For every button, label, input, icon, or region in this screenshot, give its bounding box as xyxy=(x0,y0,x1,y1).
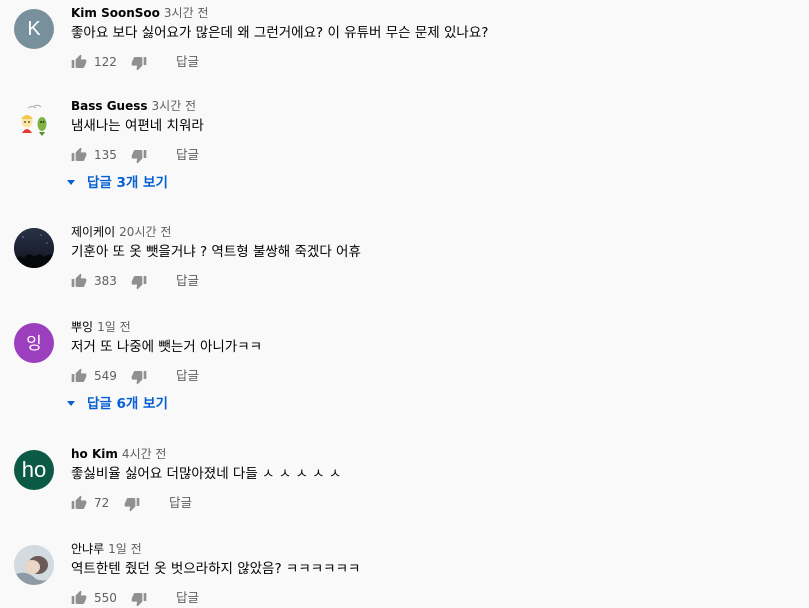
like-count: 383 xyxy=(94,274,117,288)
comment-time[interactable]: 3시간 전 xyxy=(164,6,209,20)
avatar[interactable]: ho xyxy=(14,450,54,490)
comment-text: 냄새나는 여편네 치워라 xyxy=(71,118,204,134)
thumbs-up-icon[interactable] xyxy=(71,147,87,163)
like-count: 550 xyxy=(94,591,117,605)
author-name[interactable]: 제이케이 xyxy=(71,225,115,239)
author-name[interactable]: 안냐루 xyxy=(71,542,104,556)
comment-actions: 550 답글 xyxy=(71,589,471,607)
reply-button[interactable]: 답글 xyxy=(176,367,199,385)
comment-header: 뿌잉 1일 전 xyxy=(71,318,131,336)
comment-header: Kim SoonSoo 3시간 전 xyxy=(71,4,208,22)
author-name[interactable]: Kim SoonSoo xyxy=(71,6,160,20)
like-count: 549 xyxy=(94,369,117,383)
avatar-letter: 잉 xyxy=(26,333,42,353)
comment-time[interactable]: 20시간 전 xyxy=(119,225,171,239)
caret-down-icon xyxy=(67,179,75,185)
comment-text: 좋싫비율 싫어요 더많아졌네 다들 ㅅ ㅅ ㅅ ㅅ ㅅ xyxy=(71,466,342,482)
avatar[interactable]: 잉 xyxy=(14,323,54,363)
thumbs-down-icon[interactable] xyxy=(131,591,147,607)
reply-button[interactable]: 답글 xyxy=(176,589,199,607)
like-count: 122 xyxy=(94,55,117,69)
comment-time[interactable]: 4시간 전 xyxy=(122,447,167,461)
reply-button[interactable]: 답글 xyxy=(176,53,199,71)
comment-actions: 135 답글 xyxy=(71,146,471,164)
comment-time[interactable]: 1일 전 xyxy=(97,320,131,334)
comment-actions: 383 답글 xyxy=(71,272,471,290)
reply-button[interactable]: 답글 xyxy=(176,146,199,164)
thumbs-up-icon[interactable] xyxy=(71,273,87,289)
thumbs-down-icon[interactable] xyxy=(131,55,147,71)
comment-text: 기훈아 또 옷 뺏을거냐 ? 역트형 불쌍해 죽겠다 어휴 xyxy=(71,244,361,260)
night-sky-icon xyxy=(14,228,54,268)
view-replies-label: 답글 3개 보기 xyxy=(87,175,168,191)
reply-button[interactable]: 답글 xyxy=(169,494,192,512)
avatar-letter: ho xyxy=(21,457,47,482)
reply-button[interactable]: 답글 xyxy=(176,272,199,290)
thumbs-up-icon[interactable] xyxy=(71,54,87,70)
view-replies-button[interactable]: 답글 6개 보기 xyxy=(67,394,168,414)
comment-header: 제이케이 20시간 전 xyxy=(71,223,171,241)
avatar[interactable] xyxy=(14,102,54,142)
avatar[interactable]: K xyxy=(14,9,54,49)
thumbs-down-icon[interactable] xyxy=(131,369,147,385)
comment-time[interactable]: 3시간 전 xyxy=(152,99,197,113)
thumbs-down-icon[interactable] xyxy=(131,274,147,290)
comment-header: Bass Guess 3시간 전 xyxy=(71,97,196,115)
comment-actions: 122 답글 xyxy=(71,53,471,71)
thumbs-up-icon[interactable] xyxy=(71,495,87,511)
like-count: 135 xyxy=(94,148,117,162)
comment-actions: 549 답글 xyxy=(71,367,471,385)
photo-portrait-icon xyxy=(14,545,54,585)
thumbs-up-icon[interactable] xyxy=(71,590,87,606)
comment-header: 안냐루 1일 전 xyxy=(71,540,142,558)
avatar[interactable] xyxy=(14,228,54,268)
view-replies-label: 답글 6개 보기 xyxy=(87,396,168,412)
author-name[interactable]: ho Kim xyxy=(71,447,118,461)
thumbs-down-icon[interactable] xyxy=(124,496,140,512)
comment-header: ho Kim 4시간 전 xyxy=(71,445,166,463)
avatar-letter: K xyxy=(27,18,41,40)
comments-section: K Kim SoonSoo 3시간 전 좋아요 보다 싫어요가 많은데 왜 그런거… xyxy=(0,0,809,608)
comment-text: 좋아요 보다 싫어요가 많은데 왜 그런거에요? 이 유튜버 무슨 문제 있나요… xyxy=(71,25,489,41)
caret-down-icon xyxy=(67,400,75,406)
comment-text: 역트한텐 줬던 옷 벗으라하지 않았음? ㅋㅋㅋㅋㅋㅋ xyxy=(71,561,361,577)
comment-text: 저거 또 나중에 뺏는거 아니가ㅋㅋ xyxy=(71,339,263,355)
cartoon-characters-icon xyxy=(14,102,54,142)
author-name[interactable]: 뿌잉 xyxy=(71,320,93,334)
comment-actions: 72 답글 xyxy=(71,494,471,512)
comment-time[interactable]: 1일 전 xyxy=(108,542,142,556)
thumbs-up-icon[interactable] xyxy=(71,368,87,384)
like-count: 72 xyxy=(94,496,110,510)
avatar[interactable] xyxy=(14,545,54,585)
thumbs-down-icon[interactable] xyxy=(131,148,147,164)
view-replies-button[interactable]: 답글 3개 보기 xyxy=(67,173,168,193)
author-name[interactable]: Bass Guess xyxy=(71,99,148,113)
